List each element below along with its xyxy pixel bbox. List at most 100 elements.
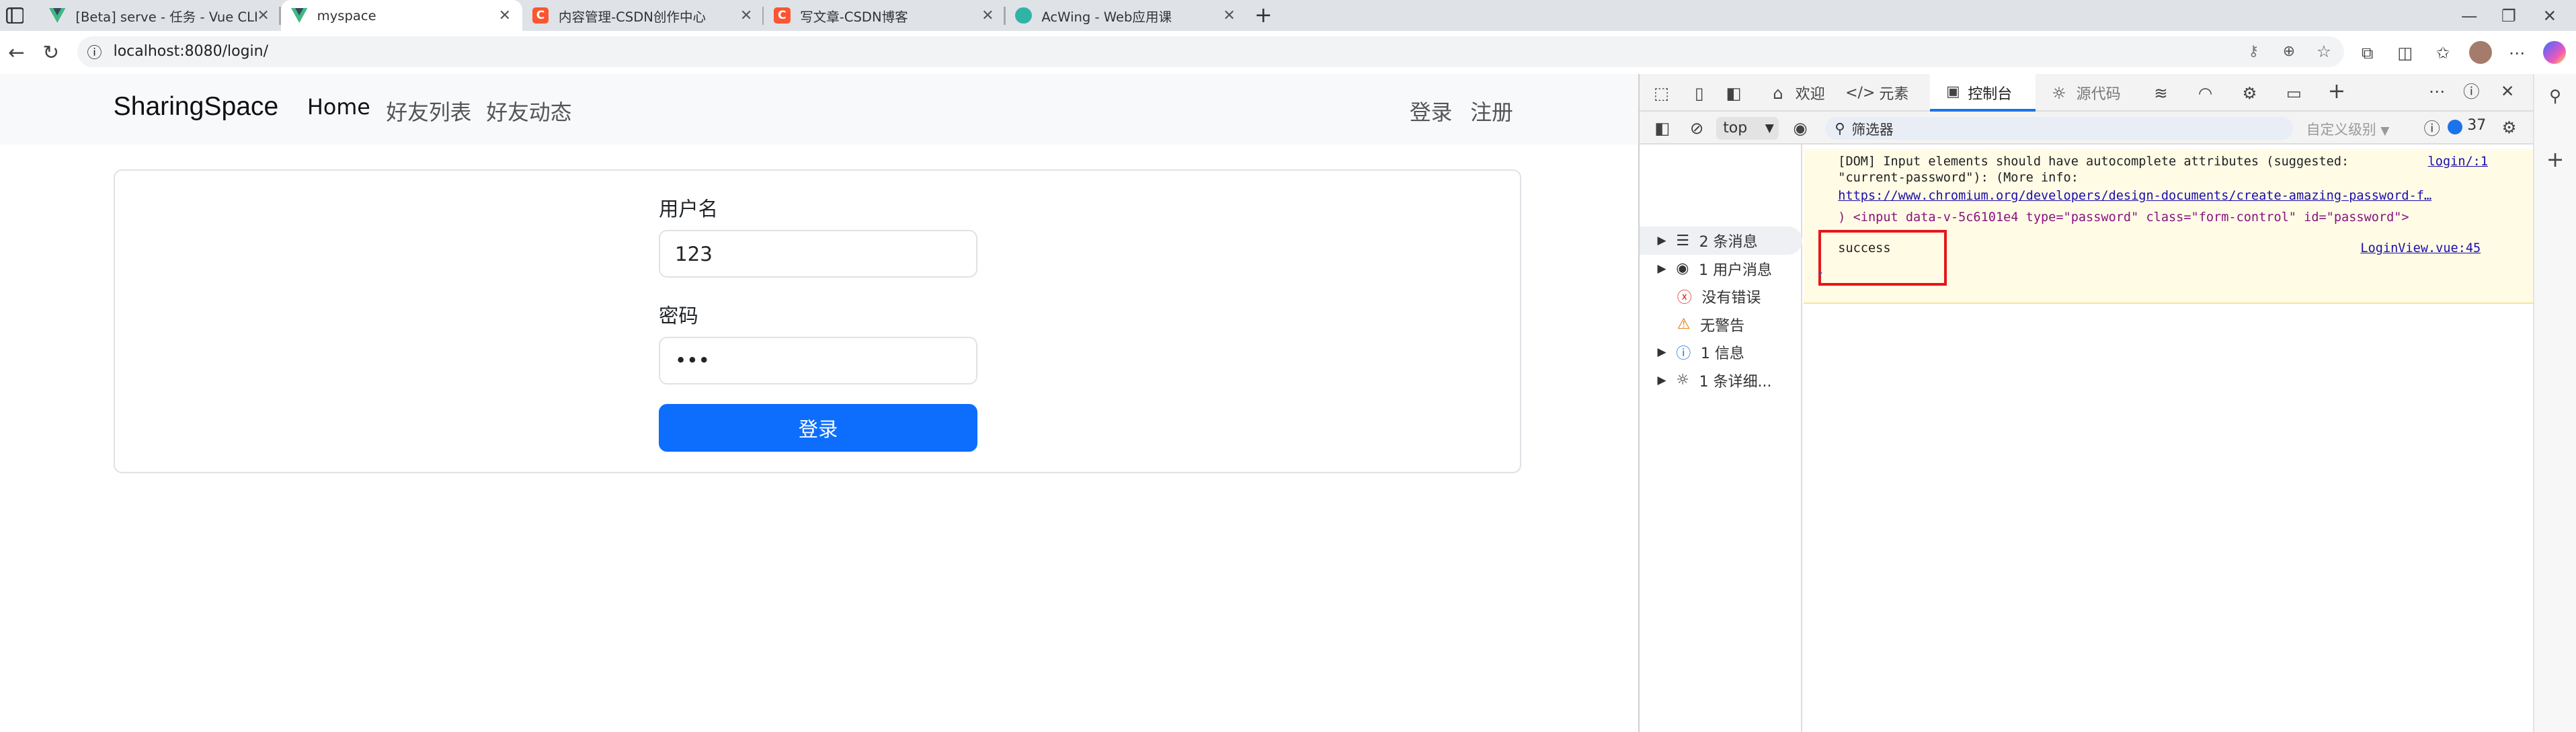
level-select[interactable]: 自定义级别 ▼ (2306, 118, 2390, 138)
sidebar-item-label: 没有错误 (1701, 290, 1761, 307)
login-submit-button[interactable]: 登录 (659, 404, 978, 452)
extensions-icon[interactable]: ⧉ (2356, 41, 2379, 64)
network-icon[interactable]: ≋ (2150, 82, 2172, 104)
sidebar-item-label: 1 条详细... (1699, 373, 1772, 391)
close-icon[interactable]: ✕ (257, 7, 269, 24)
context-selector[interactable]: top ▼ (1716, 116, 1779, 140)
tab-actions-icon[interactable] (5, 7, 24, 25)
home-icon: ⌂ (1773, 83, 1783, 103)
tab-csdn-content[interactable]: C 内容管理-CSDN创作中心 ✕ (522, 0, 764, 31)
sidebar-item-errors[interactable]: ⓧ 没有错误 (1640, 282, 1802, 311)
console-icon: ▣ (1945, 83, 1960, 101)
dock-icon[interactable]: ◧ (1723, 82, 1744, 104)
split-screen-icon[interactable]: ◫ (2394, 41, 2417, 64)
sidebar-toggle-icon[interactable]: ◧ (1652, 118, 1672, 138)
tab-acwing[interactable]: AcWing - Web应用课 ✕ (1006, 0, 1247, 31)
password-key-icon[interactable]: ⚷ (2248, 43, 2259, 60)
add-icon[interactable]: + (2544, 148, 2566, 172)
favorite-star-icon[interactable]: ☆ (2317, 42, 2331, 61)
vue-icon (49, 7, 66, 24)
info-icon: ⓘ (1676, 345, 1691, 363)
info-icon: ⓘ (2423, 119, 2440, 139)
sidebar-item-info[interactable]: ▶ ⓘ 1 信息 (1640, 338, 1802, 366)
expand-arrow-icon: ▶ (1657, 234, 1666, 247)
filter-input[interactable]: ⚲ 筛选器 (1824, 116, 2294, 140)
nav-friend-list[interactable]: 好友列表 (386, 95, 471, 126)
tab-myspace[interactable]: myspace ✕ (280, 0, 523, 32)
zoom-icon[interactable]: ⊕ (2283, 43, 2295, 60)
bug-icon: ☼ (2052, 83, 2066, 103)
expand-arrow-icon: ▶ (1657, 373, 1666, 387)
password-label: 密码 (659, 304, 698, 328)
close-icon[interactable]: ✕ (981, 7, 994, 24)
nav-friend-feed[interactable]: 好友动态 (486, 95, 571, 126)
warning-link[interactable]: https://www.chromium.org/developers/desi… (1838, 189, 2495, 203)
minimize-icon[interactable]: — (2458, 5, 2481, 26)
more-tools-icon[interactable]: ⋯ (2426, 81, 2448, 102)
new-tab-icon[interactable]: + (1252, 3, 1275, 28)
sidebar-item-user-messages[interactable]: ▶ ◉ 1 用户消息 (1640, 255, 1802, 283)
devtools-panel: ⬚ ▯ ◧ ⌂ 欢迎 </> 元素 ▣ 控制台 ☼ 源代码 ≋ ◠ ⚙ ▭ + … (1638, 73, 2535, 732)
tab-console[interactable]: 控制台 (1968, 82, 2012, 104)
search-icon[interactable]: ⚲ (2544, 85, 2566, 107)
csdn-icon: C (774, 7, 791, 24)
close-icon[interactable]: ✕ (499, 7, 511, 24)
favorites-icon[interactable]: ✩ (2431, 41, 2454, 64)
help-icon[interactable]: ⓘ (2461, 81, 2483, 102)
tab-welcome[interactable]: 欢迎 (1796, 82, 1825, 104)
list-icon: ☰ (1676, 232, 1689, 249)
warning-source-link[interactable]: login/:1 (2428, 155, 2488, 169)
warning-icon: ⚠ (1677, 316, 1691, 333)
chevron-down-icon: ▼ (1765, 121, 1774, 135)
nav-login[interactable]: 登录 (1410, 95, 1453, 126)
eye-icon[interactable]: ◉ (1790, 118, 1810, 138)
close-devtools-icon[interactable]: ✕ (2497, 81, 2518, 102)
level-label: 自定义级别 (2306, 121, 2376, 138)
close-icon[interactable]: ✕ (740, 7, 752, 24)
sidebar-item-label: 1 信息 (1700, 345, 1744, 363)
add-tool-icon[interactable]: + (2326, 79, 2347, 104)
restore-icon[interactable]: ❐ (2497, 5, 2520, 26)
username-input[interactable]: 123 (659, 230, 978, 278)
highlight-box (1818, 230, 1947, 286)
reload-icon[interactable]: ↻ (40, 41, 63, 64)
clear-console-icon[interactable]: ⊘ (1687, 118, 1706, 138)
inspect-icon[interactable]: ⬚ (1651, 82, 1673, 104)
avatar[interactable] (2469, 41, 2493, 65)
close-icon[interactable]: ✕ (1223, 7, 1235, 24)
sidebar-item-verbose[interactable]: ▶ ☼ 1 条详细... (1640, 366, 1802, 395)
expand-arrow-icon: ▶ (1657, 345, 1666, 360)
sidebar-item-messages[interactable]: ▶ ☰ 2 条消息 (1639, 227, 1802, 255)
close-window-icon[interactable]: ✕ (2538, 5, 2561, 26)
console-sidebar: ▶ ☰ 2 条消息 ▶ ◉ 1 用户消息 ⓧ 没有错误 ⚠ 无警告 ▶ ⓘ 1 … (1639, 145, 1802, 732)
tab-csdn-write[interactable]: C 写文章-CSDN博客 ✕ (764, 0, 1006, 31)
sidebar-item-warnings[interactable]: ⚠ 无警告 (1640, 311, 1802, 339)
console-toolbar: ◧ ⊘ top ▼ ◉ ⚲ 筛选器 自定义级别 ▼ ⓘ 37 ⚙ (1639, 112, 2535, 145)
sidebar-item-label: 无警告 (1700, 317, 1745, 335)
tab-vue-cli[interactable]: [Beta] serve - 任务 - Vue CLI ✕ (40, 0, 281, 31)
password-input[interactable]: ••• (659, 336, 978, 384)
expand-arrow-icon: ▶ (1657, 261, 1666, 276)
performance-icon[interactable]: ◠ (2195, 82, 2216, 104)
nav-home[interactable]: Home (307, 95, 370, 120)
url-field[interactable]: ⓘ localhost:8080/login/ ⚷ ⊕ ☆ (77, 36, 2345, 68)
copilot-icon[interactable] (2543, 41, 2567, 65)
console-settings-icon[interactable]: ⚙ (2499, 117, 2520, 138)
tab-sources[interactable]: 源代码 (2077, 82, 2121, 104)
info-icon[interactable]: ⓘ (87, 41, 102, 63)
nav-register[interactable]: 注册 (1470, 95, 1513, 126)
tab-elements[interactable]: 元素 (1879, 82, 1908, 104)
more-icon[interactable]: ⋯ (2505, 41, 2528, 64)
settings-gear-icon[interactable]: ⚙ (2239, 82, 2261, 104)
address-bar-row: ← ↻ ⓘ localhost:8080/login/ ⚷ ⊕ ☆ ⧉ ◫ ✩ … (0, 31, 2576, 74)
tab-title: myspace (317, 7, 376, 24)
navbar-brand[interactable]: SharingSpace (114, 92, 279, 122)
device-toolbar-icon[interactable]: ▯ (1689, 82, 1710, 104)
back-icon[interactable]: ← (5, 41, 28, 64)
application-icon[interactable]: ▭ (2284, 82, 2305, 104)
console-prompt-icon[interactable]: › (1818, 266, 1823, 280)
sidebar-item-label: 2 条消息 (1699, 234, 1758, 251)
issues-icon[interactable] (2447, 120, 2462, 135)
log-source-link[interactable]: LoginView.vue:45 (2360, 241, 2481, 255)
chevron-down-icon: ▼ (2380, 124, 2390, 138)
